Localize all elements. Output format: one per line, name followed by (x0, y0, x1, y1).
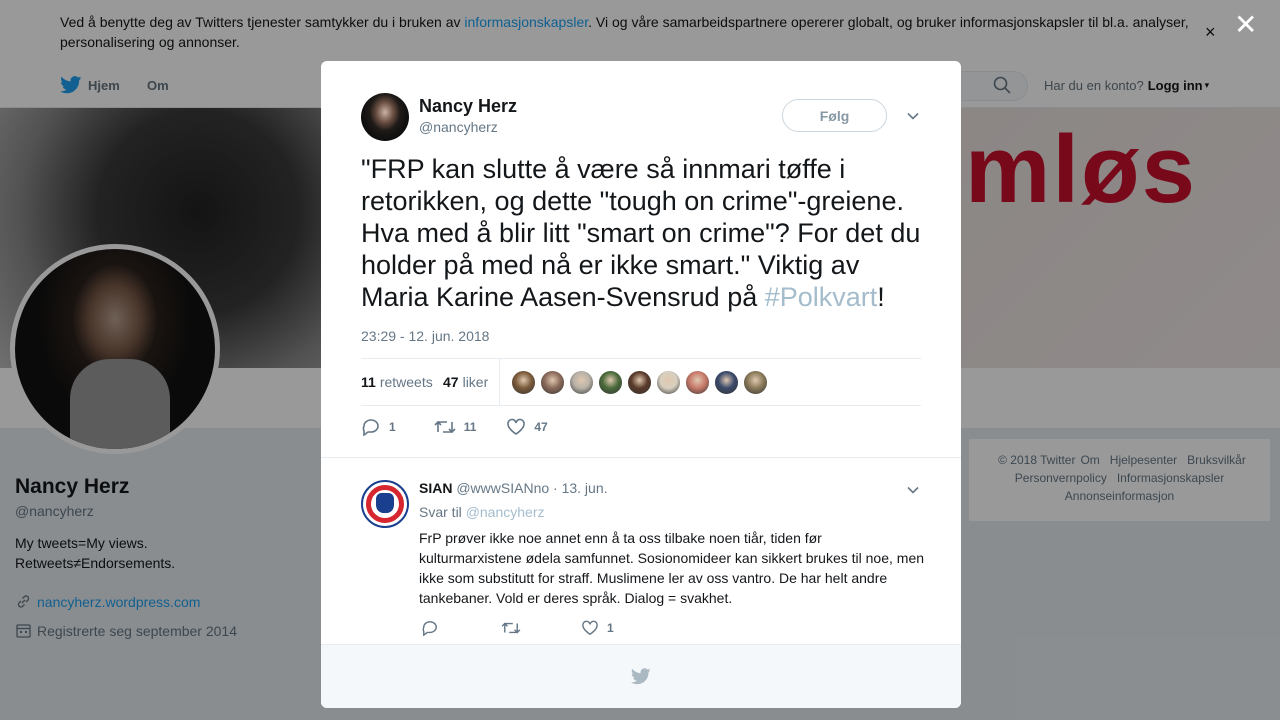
reply-like-count: 1 (607, 621, 614, 635)
tweet-author-avatar[interactable] (361, 93, 409, 141)
liker-avatar[interactable] (569, 370, 594, 395)
tweet-actions: 1 11 47 (361, 416, 572, 438)
retweet-count: 11 (463, 420, 477, 434)
retweets-stat[interactable]: 11 retweets (361, 359, 433, 405)
tweet-text-end: ! (877, 282, 885, 312)
hashtag-link[interactable]: #Polkvart (765, 282, 878, 312)
liker-avatar[interactable] (627, 370, 652, 395)
retweets-count: 11 (361, 374, 376, 390)
heart-icon (507, 418, 526, 435)
liker-avatars (511, 370, 772, 395)
tweet-text: "FRP kan slutte å være så innmari tøffe … (361, 153, 926, 313)
likes-stat[interactable]: 47 liker (443, 359, 488, 405)
retweet-icon (434, 420, 456, 434)
reply-action[interactable]: 1 (361, 418, 396, 436)
reply-author-handle[interactable]: @wwwSIANno (456, 480, 549, 496)
heart-icon (582, 620, 598, 636)
reply-retweet-action[interactable] (501, 620, 551, 636)
reply-count: 1 (389, 420, 396, 434)
reply-author-avatar[interactable] (361, 480, 409, 528)
liker-avatar[interactable] (511, 370, 536, 395)
tweet-author-handle[interactable]: @nancyherz (419, 119, 498, 135)
reply-like-action[interactable]: 1 (581, 620, 631, 636)
retweet-action[interactable]: 11 (434, 418, 477, 436)
reply-icon (422, 621, 437, 636)
close-icon[interactable]: ✕ (1234, 11, 1257, 39)
reply-to-handle[interactable]: @nancyherz (466, 504, 545, 520)
tweet-stats: 11 retweets 47 liker (361, 358, 921, 406)
chevron-down-icon[interactable] (906, 483, 920, 497)
liker-avatar[interactable] (540, 370, 565, 395)
reply-header: SIAN @wwwSIANno · 13. jun. (419, 480, 608, 496)
reply-reply-action[interactable] (421, 620, 471, 636)
like-action[interactable]: 47 (506, 418, 548, 436)
reply-to-line: Svar til @nancyherz (419, 504, 545, 520)
twitter-bird-icon (631, 668, 651, 685)
follow-button[interactable]: Følg (782, 99, 887, 132)
reply-icon (362, 419, 379, 436)
tweet-author-name[interactable]: Nancy Herz (419, 96, 517, 117)
like-count: 47 (534, 420, 548, 434)
modal-footer (321, 644, 961, 708)
tweet-modal: Nancy Herz @nancyherz Følg "FRP kan slut… (321, 61, 961, 708)
likes-count: 47 (443, 374, 459, 390)
tweet-timestamp[interactable]: 23:29 - 12. jun. 2018 (361, 328, 489, 344)
retweets-label: retweets (379, 374, 433, 390)
retweet-icon (501, 622, 521, 634)
stats-divider (499, 359, 500, 405)
reply-tweet[interactable]: SIAN @wwwSIANno · 13. jun. Svar til @nan… (321, 457, 961, 647)
liker-avatar[interactable] (685, 370, 710, 395)
liker-avatar[interactable] (714, 370, 739, 395)
reply-to-prefix: Svar til (419, 504, 462, 520)
liker-avatar[interactable] (743, 370, 768, 395)
chevron-down-icon[interactable] (906, 109, 920, 123)
reply-author-name[interactable]: SIAN (419, 480, 452, 496)
liker-avatar[interactable] (656, 370, 681, 395)
likes-label: liker (462, 374, 489, 390)
reply-actions: 1 (421, 619, 661, 637)
reply-text: FrP prøver ikke noe annet enn å ta oss t… (419, 530, 925, 606)
liker-avatar[interactable] (598, 370, 623, 395)
reply-date[interactable]: · 13. jun. (553, 480, 607, 496)
